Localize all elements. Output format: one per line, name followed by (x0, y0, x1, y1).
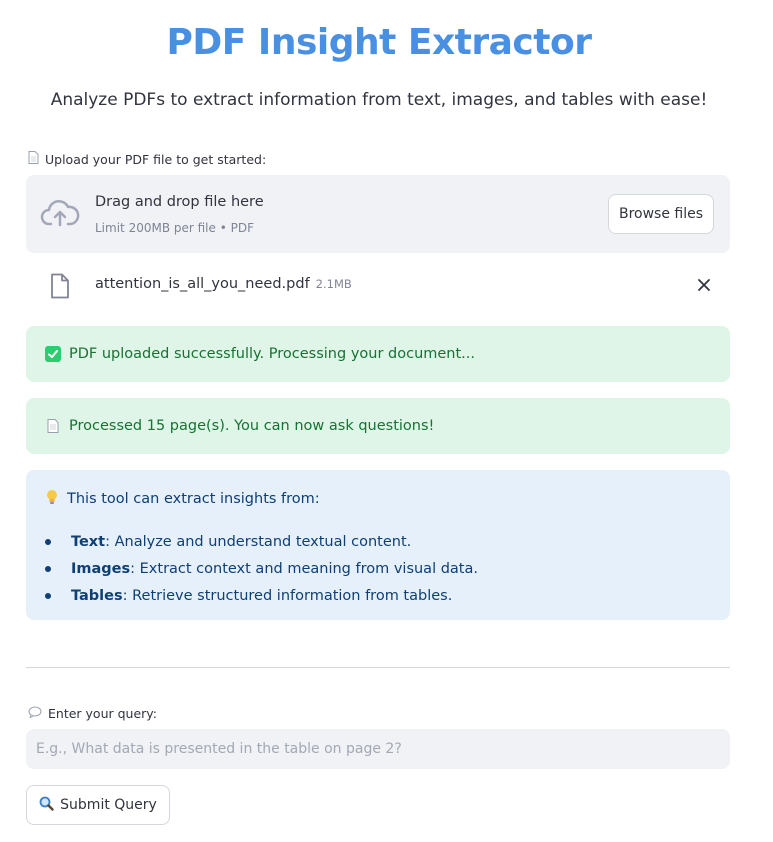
page-icon (45, 419, 61, 433)
list-item: Images: Extract context and meaning from… (45, 555, 478, 582)
processed-text: Processed 15 page(s). You can now ask qu… (69, 418, 435, 434)
list-item-term: Images (71, 560, 131, 577)
file-name: attention_is_all_you_need.pdf 2.1MB (95, 276, 352, 292)
query-input[interactable] (26, 729, 730, 769)
submit-query-label: Submit Query (60, 797, 157, 813)
page-title: PDF Insight Extractor (166, 22, 592, 63)
submit-query-button[interactable]: Submit Query (26, 785, 170, 825)
list-item-desc: : Analyze and understand textual content… (105, 533, 412, 550)
info-heading: This tool can extract insights from: (45, 489, 320, 509)
upload-label: Upload your PDF file to get started: (28, 151, 266, 167)
page-icon (28, 151, 39, 167)
file-size: 2.1MB (315, 277, 352, 291)
upload-success-alert: PDF uploaded successfully. Processing yo… (26, 326, 730, 382)
page-subtitle: Analyze PDFs to extract information from… (50, 90, 708, 110)
uploaded-file-row: attention_is_all_you_need.pdf 2.1MB (26, 268, 730, 304)
check-box-icon (45, 346, 61, 362)
browse-files-button[interactable]: Browse files (608, 194, 714, 234)
file-dropzone[interactable]: Drag and drop file here Limit 200MB per … (26, 175, 730, 253)
query-label: Enter your query: (28, 706, 157, 721)
speech-bubble-icon (28, 706, 42, 721)
info-list: Text: Analyze and understand textual con… (45, 528, 478, 609)
list-item: Text: Analyze and understand textual con… (45, 528, 478, 555)
file-name-text: attention_is_all_you_need.pdf (95, 276, 310, 292)
list-item-term: Tables (71, 587, 123, 604)
list-item-term: Text (71, 533, 106, 550)
close-icon[interactable] (696, 277, 712, 293)
list-item-desc: : Retrieve structured information from t… (122, 587, 453, 604)
upload-label-text: Upload your PDF file to get started: (45, 151, 267, 167)
list-item: Tables: Retrieve structured information … (45, 582, 478, 609)
dropzone-title: Drag and drop file here (95, 194, 264, 210)
file-icon (51, 273, 69, 299)
magnifier-icon (39, 796, 54, 815)
query-label-text: Enter your query: (48, 706, 157, 721)
info-alert: This tool can extract insights from: Tex… (26, 470, 730, 620)
dropzone-limit: Limit 200MB per file • PDF (95, 221, 254, 235)
info-heading-text: This tool can extract insights from: (67, 491, 320, 507)
upload-success-text: PDF uploaded successfully. Processing yo… (69, 346, 476, 362)
cloud-upload-icon (40, 200, 80, 227)
lightbulb-icon (45, 489, 59, 509)
section-divider (26, 667, 730, 668)
list-item-desc: : Extract context and meaning from visua… (130, 560, 478, 577)
processed-alert: Processed 15 page(s). You can now ask qu… (26, 398, 730, 454)
